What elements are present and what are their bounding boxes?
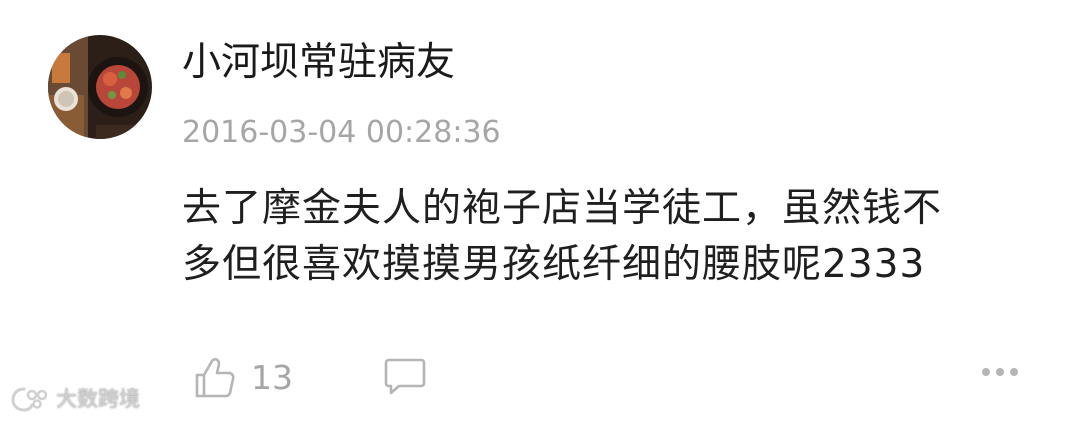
- comment-text-line: 去了摩金夫人的袍子店当学徒工，虽然钱不: [182, 186, 943, 231]
- comment-card: 小河坝常驻病友 2016-03-04 00:28:36 去了摩金夫人的袍子店当学…: [0, 0, 1076, 422]
- watermark-text: 大数跨境: [56, 387, 140, 411]
- avatar[interactable]: [48, 35, 152, 139]
- comment-text-line: 多但很喜欢摸摸男孩纸纤细的腰肢呢2333: [182, 242, 926, 287]
- thumbs-up-icon: [195, 358, 235, 398]
- comment-bubble-icon: [384, 358, 426, 395]
- watermark-logo-icon: [11, 387, 48, 412]
- comment-text: 去了摩金夫人的袍子店当学徒工，虽然钱不 多但很喜欢摸摸男孩纸纤细的腰肢呢2333: [182, 181, 1042, 293]
- more-button[interactable]: [980, 366, 1020, 378]
- timestamp: 2016-03-04 00:28:36: [182, 115, 501, 150]
- more-dots-icon: [982, 368, 1018, 376]
- like-button[interactable]: 13: [193, 350, 293, 406]
- watermark: 大数跨境: [10, 384, 140, 414]
- username[interactable]: 小河坝常驻病友: [182, 38, 455, 88]
- like-count: 13: [251, 358, 293, 397]
- avatar-image: [48, 35, 152, 139]
- reply-button[interactable]: [383, 356, 427, 396]
